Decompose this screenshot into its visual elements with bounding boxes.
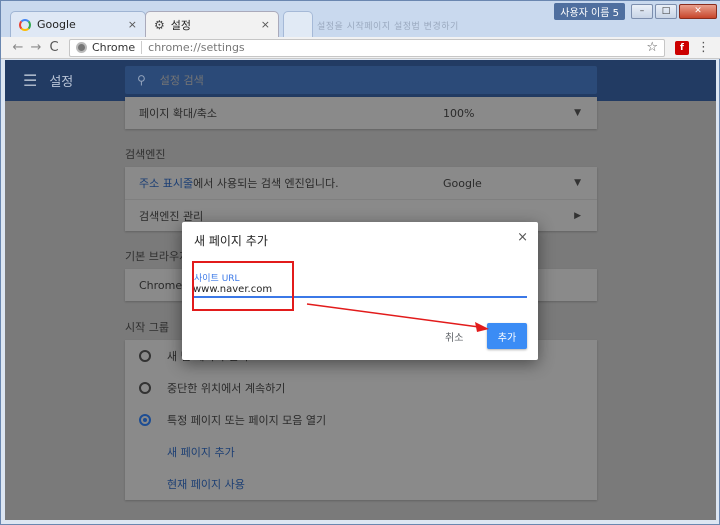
tab-close-icon[interactable]: × [261, 18, 270, 31]
annotation-arrow [306, 303, 489, 332]
tab-title: 설정 [170, 18, 192, 32]
browser-window: Google × ⚙ 설정 × 설정을 시작페이지 설정법 변경하기 사용자 이… [0, 0, 720, 525]
gear-icon: ⚙ [154, 17, 165, 32]
tab-settings[interactable]: ⚙ 설정 × [145, 11, 279, 37]
